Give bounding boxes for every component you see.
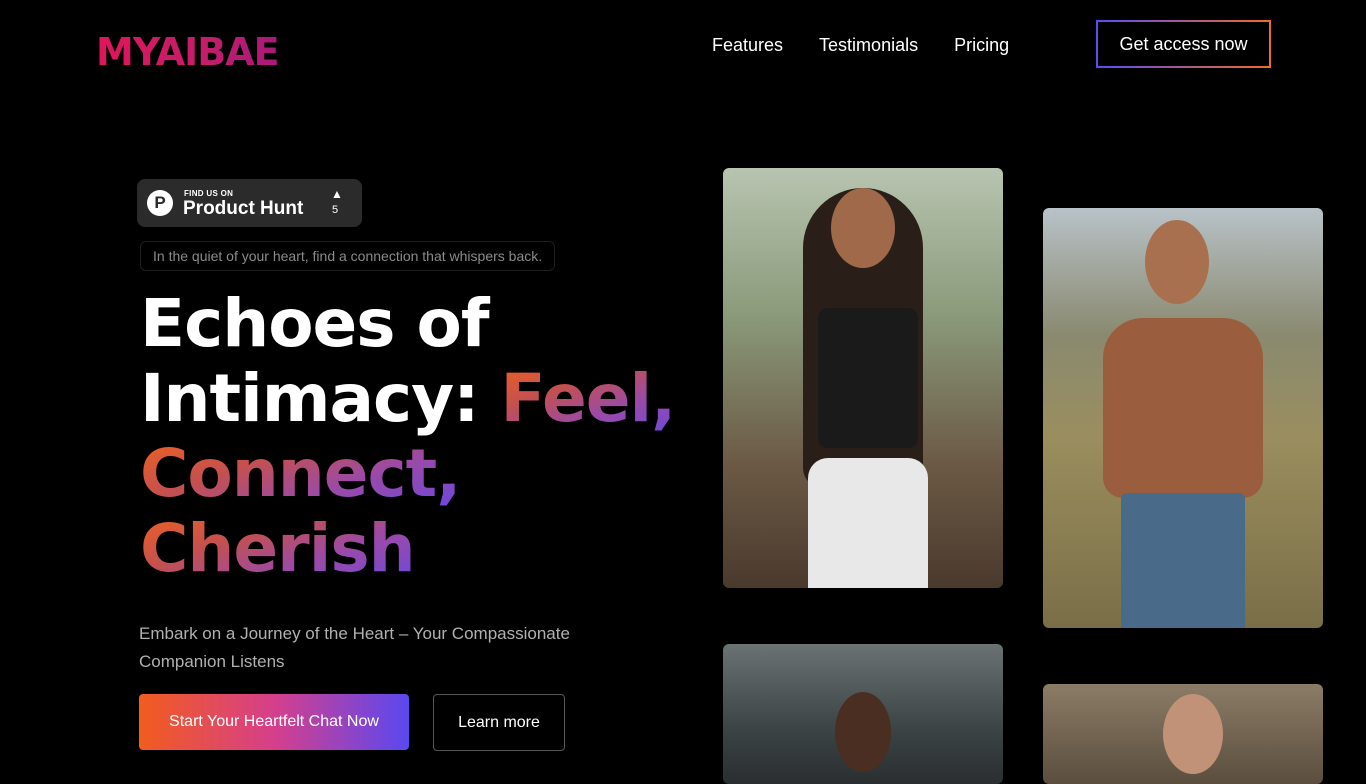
companion-photo-man-1	[1043, 208, 1323, 628]
hero-subtitle: Embark on a Journey of the Heart – Your …	[139, 624, 570, 671]
hero-title-cherish: Cherish	[140, 510, 416, 587]
product-hunt-logo-icon: P	[147, 190, 173, 216]
logo[interactable]: MYAIBAE	[96, 30, 280, 74]
upvote-arrow-icon: ▲	[331, 187, 343, 201]
hero-title-line2: Intimacy:	[140, 360, 501, 437]
learn-more-button[interactable]: Learn more	[433, 694, 565, 751]
hero-title: Echoes of Intimacy: Feel, Connect, Cheri…	[140, 285, 677, 587]
nav-features-link[interactable]: Features	[712, 34, 783, 56]
main-nav: Features Testimonials Pricing	[712, 34, 1009, 56]
upvote-count: 5	[332, 204, 339, 216]
companion-photo-woman-1	[723, 168, 1003, 588]
hero-title-connect: Connect,	[140, 435, 461, 512]
start-chat-button[interactable]: Start Your Heartfelt Chat Now	[139, 694, 409, 750]
nav-testimonials-link[interactable]: Testimonials	[819, 34, 918, 56]
product-hunt-badge[interactable]: P FIND US ON Product Hunt ▲ 5	[137, 179, 362, 227]
companion-photo-woman-2	[1043, 684, 1323, 784]
get-access-button[interactable]: Get access now	[1096, 20, 1271, 68]
product-hunt-caption: FIND US ON	[184, 189, 234, 198]
hero-title-line1: Echoes of	[140, 285, 490, 362]
product-hunt-title: Product Hunt	[183, 198, 304, 219]
nav-pricing-link[interactable]: Pricing	[954, 34, 1009, 56]
hero-tagline: In the quiet of your heart, find a conne…	[140, 241, 556, 271]
hero-title-feel: Feel,	[500, 360, 677, 437]
companion-photo-man-2	[723, 644, 1003, 784]
